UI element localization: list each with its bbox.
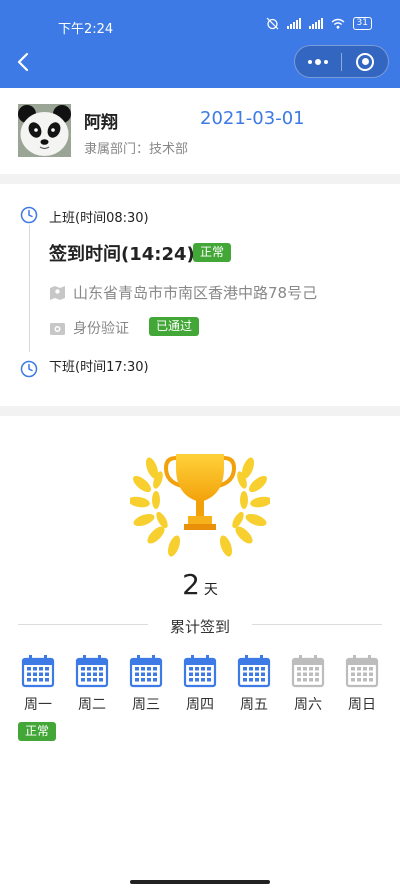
weekday-item[interactable]: 周一	[12, 654, 64, 714]
status-icons: 31	[266, 17, 372, 30]
week-calendar: 周一 周二 周三 周四 周五 周六 周日	[12, 654, 388, 714]
calendar-icon	[21, 655, 55, 688]
more-button[interactable]	[295, 46, 341, 77]
camera-icon	[50, 322, 65, 335]
map-icon	[50, 286, 65, 300]
status-time: 下午2:24	[58, 22, 114, 37]
weekday-item[interactable]: 周四	[174, 654, 226, 714]
calendar-icon	[345, 655, 379, 688]
weekday-item[interactable]: 周三	[120, 654, 172, 714]
clock-icon	[20, 360, 38, 378]
weekday-label: 周一	[24, 697, 52, 713]
checkin-time: 签到时间(14:24)	[49, 244, 195, 265]
employee-name: 阿翔	[84, 113, 118, 133]
department-label: 隶属部门：技术部	[84, 142, 189, 157]
header-bar: 下午2:24 31	[0, 0, 400, 88]
selected-date[interactable]: 2021-03-01	[200, 108, 305, 129]
weekday-label: 周四	[186, 697, 214, 713]
checkin-status-badge: 正常	[193, 243, 232, 262]
weekday-label: 周三	[132, 697, 160, 713]
calendar-icon	[237, 655, 271, 688]
weekday-label: 周五	[240, 697, 268, 713]
verify-status-badge: 已通过	[149, 317, 200, 336]
home-indicator	[130, 880, 270, 884]
signal-hd-icon	[308, 18, 323, 29]
timeline-line	[29, 225, 30, 352]
more-icon	[308, 58, 328, 65]
target-icon	[356, 52, 374, 71]
days-unit: 天	[203, 582, 218, 598]
verify-label: 身份验证	[73, 321, 129, 337]
days-count: 2	[182, 568, 200, 601]
identity-verification: 身份验证	[49, 318, 129, 338]
signal-icon	[286, 18, 301, 29]
chevron-left-icon	[17, 52, 29, 72]
summary-card: 2天 累计签到 周一 周二 周三 周四 周五 周六 周日 正常	[0, 416, 400, 889]
battery-icon: 31	[352, 17, 372, 30]
weekday-item[interactable]: 周日	[336, 654, 388, 714]
checkin-address: 山东省青岛市市南区香港中路78号己	[49, 282, 317, 303]
wifi-icon	[331, 18, 344, 29]
start-work-label: 上班(时间08:30)	[49, 211, 149, 226]
signin-days: 2天	[0, 568, 400, 601]
week-status-badge: 正常	[18, 722, 57, 741]
weekday-label: 周日	[348, 697, 376, 713]
profile-card: 阿翔 隶属部门：技术部 2021-03-01	[0, 88, 400, 174]
calendar-icon	[291, 655, 325, 688]
weekday-label: 周二	[78, 697, 106, 713]
weekday-item[interactable]: 周二	[66, 654, 118, 714]
trophy-icon	[130, 454, 270, 557]
weekday-item[interactable]: 周五	[228, 654, 280, 714]
total-signin-label: 累计签到	[169, 618, 230, 636]
back-button[interactable]	[12, 50, 36, 74]
weekday-label: 周六	[294, 697, 322, 713]
calendar-icon	[75, 655, 109, 688]
avatar	[18, 104, 71, 157]
end-work-label: 下班(时间17:30)	[49, 360, 149, 375]
weekday-item[interactable]: 周六	[282, 654, 334, 714]
close-mini-program-button[interactable]	[342, 46, 388, 77]
calendar-icon	[183, 655, 217, 688]
clock-icon	[20, 206, 38, 224]
mini-program-capsule	[294, 45, 389, 78]
alarm-icon	[266, 17, 278, 30]
attendance-card: 上班(时间08:30) 签到时间(14:24) 正常 山东省青岛市市南区香港中路…	[0, 184, 400, 406]
address-text: 山东省青岛市市南区香港中路78号己	[73, 284, 318, 302]
calendar-icon	[129, 655, 163, 688]
panda-avatar-image	[18, 104, 71, 157]
